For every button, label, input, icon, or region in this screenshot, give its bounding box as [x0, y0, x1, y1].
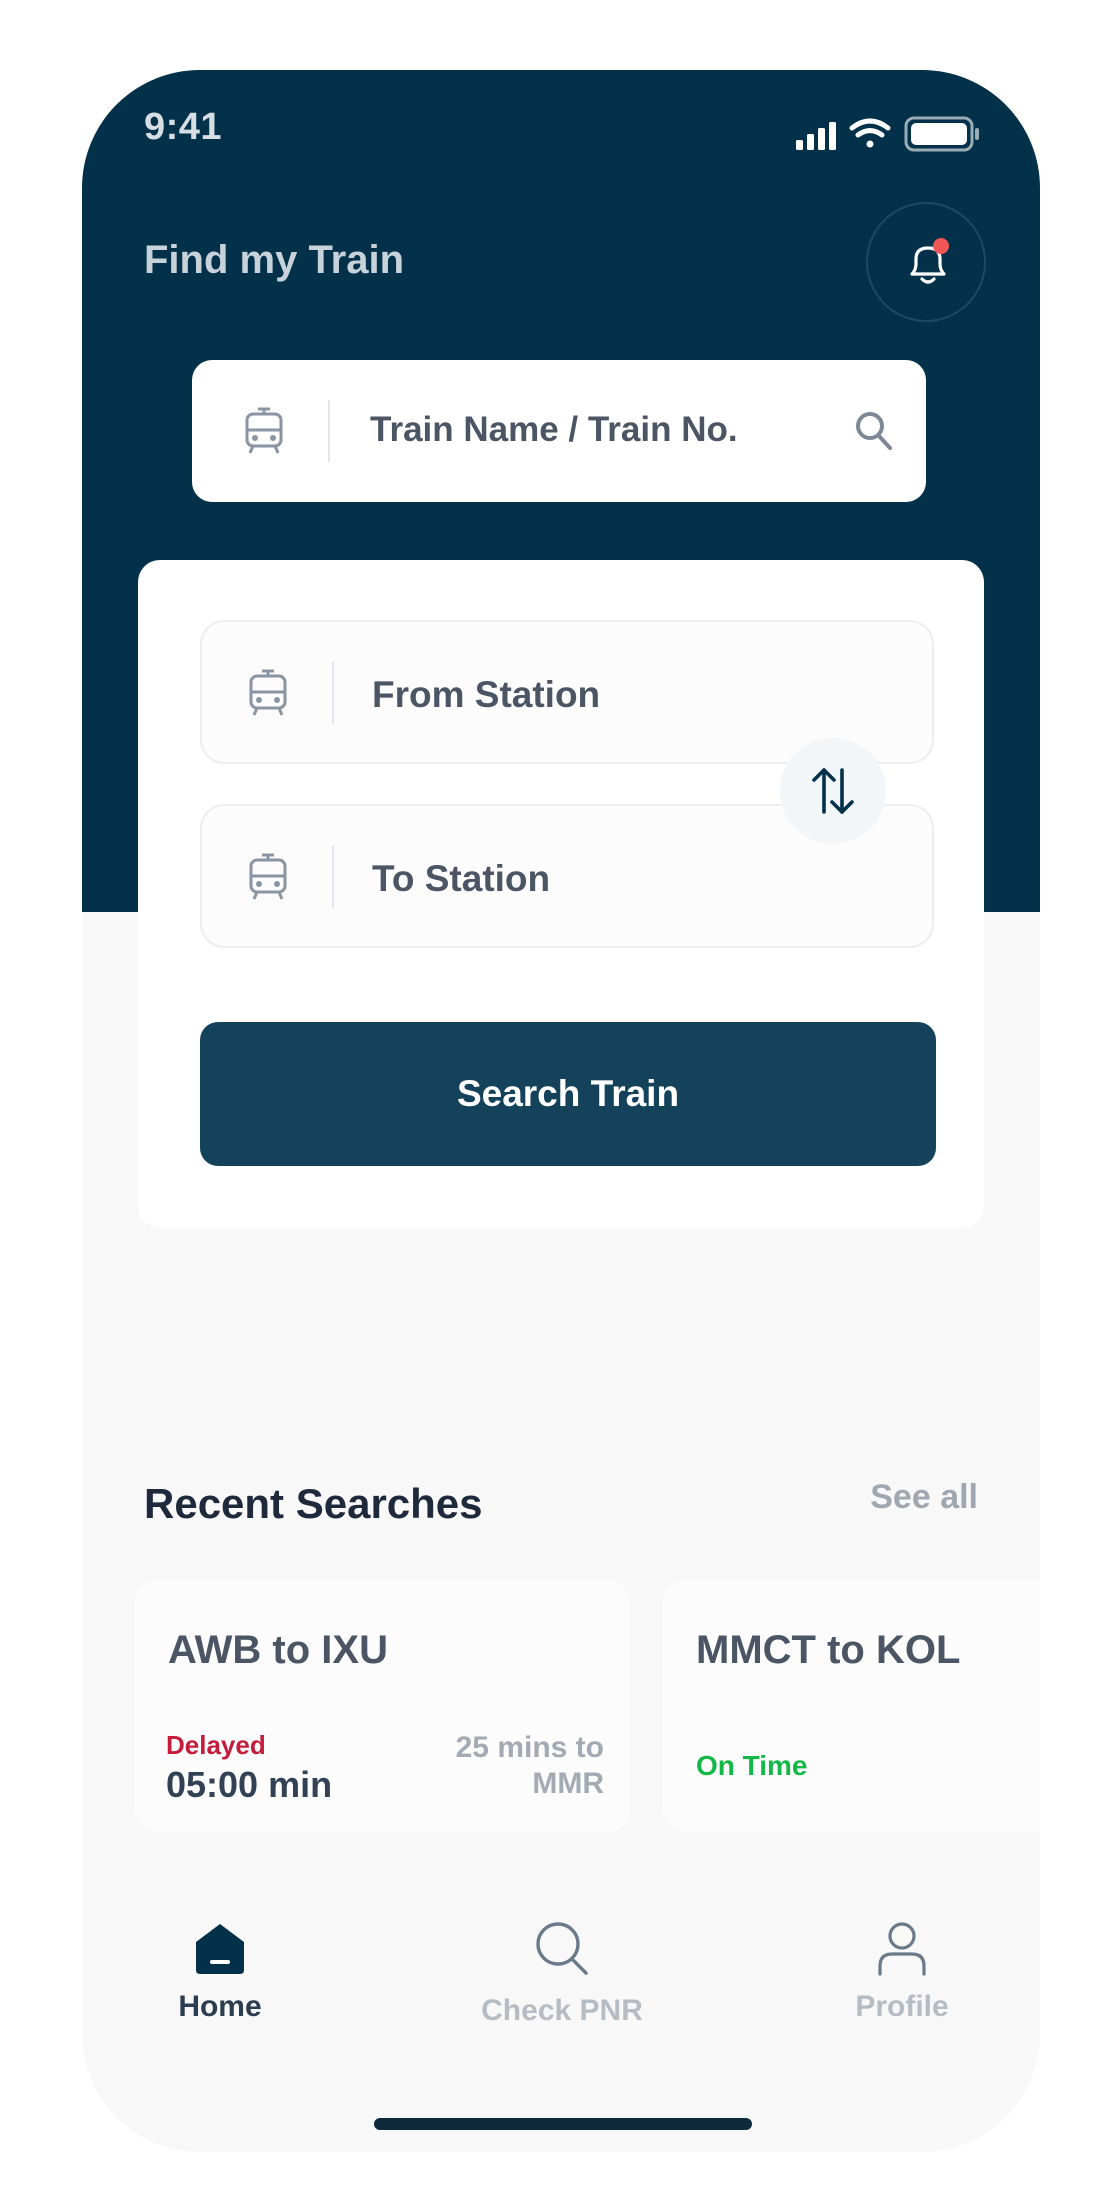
- nav-label: Home: [178, 1990, 262, 2023]
- divider: [328, 400, 330, 462]
- swap-vertical-icon: [812, 768, 854, 814]
- divider: [332, 846, 334, 908]
- train-icon: [245, 407, 283, 454]
- route-label: AWB to IXU: [168, 1628, 388, 1672]
- station-search-card: From Station To Station Search Train: [138, 560, 984, 1228]
- delay-duration: 05:00 min: [166, 1764, 333, 1805]
- nav-item-profile[interactable]: Profile: [792, 1920, 1012, 2024]
- page-title: Find my Train: [144, 238, 405, 282]
- notification-dot: [933, 238, 949, 254]
- divider: [332, 662, 334, 724]
- recent-search-card[interactable]: AWB to IXU Delayed 05:00 min 25 mins to …: [134, 1580, 630, 1832]
- recent-searches-title: Recent Searches: [144, 1480, 483, 1527]
- nav-label: Profile: [855, 1990, 949, 2023]
- train-search-placeholder[interactable]: Train Name / Train No.: [370, 410, 738, 450]
- nav-item-check-pnr[interactable]: Check PNR: [452, 1920, 672, 2028]
- status-badge: On Time: [696, 1750, 808, 1781]
- phone-screen: 9:41 Find my Train Train Name / Train No…: [82, 70, 1040, 2152]
- bell-icon: [910, 238, 949, 284]
- nav-label: Check PNR: [481, 1994, 643, 2027]
- train-icon: [249, 853, 287, 900]
- search-train-button[interactable]: Search Train: [200, 1022, 936, 1166]
- train-search-bar[interactable]: Train Name / Train No.: [192, 360, 926, 502]
- home-indicator: [374, 2118, 752, 2130]
- battery-icon: [904, 116, 979, 152]
- eta-label: 25 mins to MMR: [455, 1731, 604, 1800]
- route-label: MMCT to KOL: [696, 1628, 961, 1672]
- search-icon: [536, 1922, 588, 1975]
- signal-icon: [796, 122, 836, 150]
- notification-button[interactable]: [866, 202, 986, 322]
- home-icon: [196, 1924, 244, 1974]
- recent-search-card[interactable]: MMCT to KOL On Time: [662, 1580, 1040, 1832]
- train-icon: [249, 669, 287, 716]
- search-icon[interactable]: [854, 410, 894, 452]
- status-badge: Delayed: [166, 1730, 266, 1760]
- wifi-icon: [849, 118, 891, 148]
- from-station-placeholder[interactable]: From Station: [372, 674, 600, 716]
- status-time: 9:41: [144, 106, 223, 148]
- to-station-placeholder[interactable]: To Station: [372, 858, 550, 900]
- user-icon: [878, 1922, 926, 1976]
- see-all-link[interactable]: See all: [870, 1478, 978, 1517]
- status-icons: [796, 116, 979, 152]
- nav-item-home[interactable]: Home: [110, 1920, 330, 2024]
- swap-stations-button[interactable]: [780, 738, 886, 844]
